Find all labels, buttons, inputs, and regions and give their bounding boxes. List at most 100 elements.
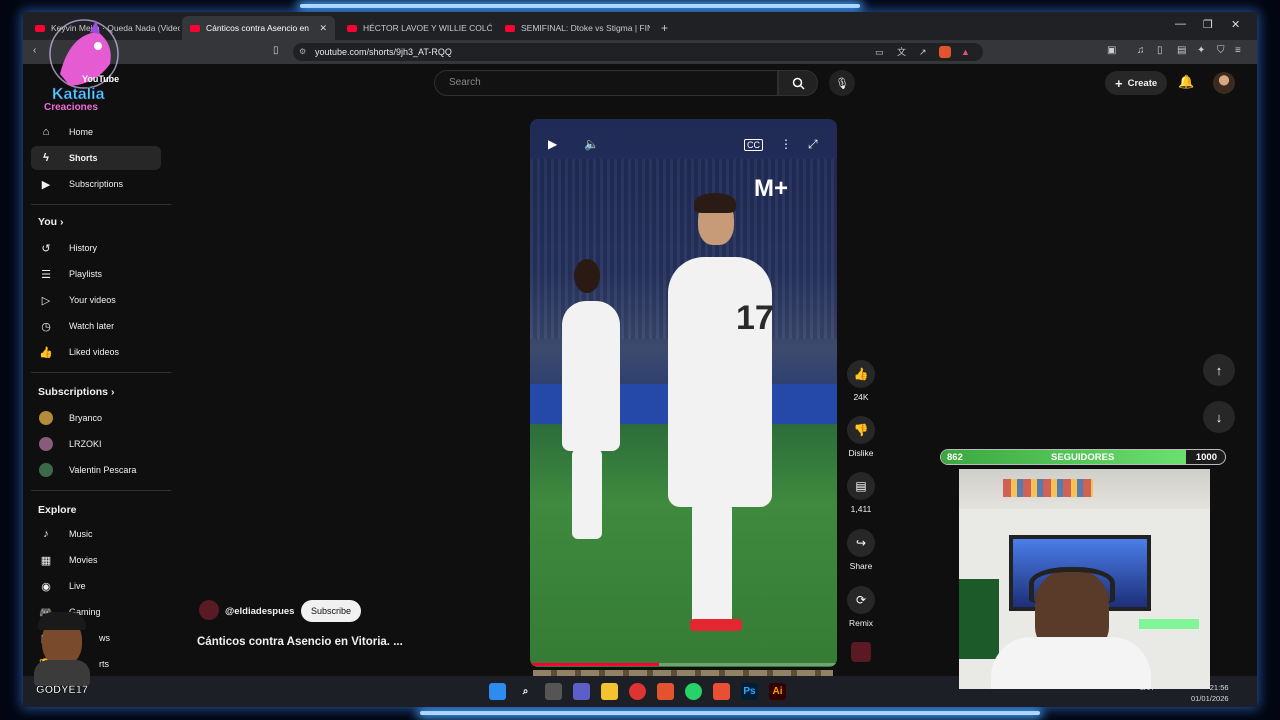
sidebar-item-label: Music (69, 529, 93, 539)
playlists-icon: ☰ (41, 268, 51, 281)
previous-short-button[interactable]: ↑ (1203, 354, 1235, 386)
windows-start-icon[interactable] (489, 683, 506, 700)
brave-shield-icon[interactable] (939, 46, 951, 58)
whatsapp-icon[interactable] (685, 683, 702, 700)
frame-glow-bottom (420, 711, 1040, 715)
broadcaster-watermark: M+ (754, 175, 789, 202)
tab-hector-lavoe[interactable]: HÉCTOR LAVOE Y WILLIE COLÓN (339, 16, 492, 40)
play-icon[interactable]: ▶ (548, 137, 557, 151)
cast-icon[interactable]: ▭ (875, 43, 884, 61)
volume-icon[interactable]: 🔈 (584, 137, 599, 151)
like-action[interactable]: 👍 24K (841, 360, 881, 402)
video-title[interactable]: Cánticos contra Asencio en Vitoria. ... (197, 636, 403, 648)
account-avatar[interactable] (1213, 72, 1235, 94)
player-left-head (574, 259, 600, 293)
sidebar-toggle-icon[interactable]: ▣ (1107, 45, 1116, 56)
clock-date: 01/01/2026 (1191, 694, 1229, 703)
reader-icon[interactable]: ▯ (1157, 45, 1163, 56)
sidebar-item-live[interactable]: ◉ Live (31, 574, 161, 598)
channel-avatar (39, 463, 53, 477)
dislike-label: Dislike (848, 448, 874, 458)
create-button[interactable]: + Create (1105, 71, 1168, 95)
file-explorer-icon[interactable] (601, 683, 618, 700)
sidebar-channel-lrzoki[interactable]: LRZOKI (31, 432, 161, 456)
subscribe-button[interactable]: Subscribe (301, 600, 362, 622)
brave-icon[interactable] (657, 683, 674, 700)
teams-icon[interactable] (573, 683, 590, 700)
you-heading[interactable]: You › (38, 216, 63, 228)
sidebar-item-liked-videos[interactable]: 👍 Liked videos (31, 340, 161, 364)
fullscreen-icon[interactable]: ⤢ (808, 137, 818, 152)
chrome-icon[interactable] (629, 683, 646, 700)
logo-sub-text: Creaciones (44, 102, 98, 113)
sidebar-item-watch-later[interactable]: ◷ Watch later (31, 314, 161, 338)
search-input[interactable]: Search (434, 70, 778, 96)
tab-label: HÉCTOR LAVOE Y WILLIE COLÓN (363, 23, 492, 33)
share-action[interactable]: ↪ Share (841, 529, 881, 571)
sidebar-item-label: Liked videos (69, 347, 120, 357)
search-button[interactable] (778, 70, 818, 96)
url-field[interactable]: ⚙ youtube.com/shorts/9jh3_AT-RQQ ▭ 文 ↗ ▲ (293, 43, 983, 61)
share-icon[interactable]: ↪ (847, 529, 875, 557)
share-page-icon[interactable]: ↗ (919, 43, 927, 61)
shorts-video-player[interactable]: 17 ▶ 🔈 CC ⋮ ⤢ M+ (530, 119, 837, 667)
sidebar-item-home[interactable]: ⌂ Home (31, 120, 161, 144)
sidebar-item-subscriptions[interactable]: ▶ Subscriptions (31, 172, 161, 196)
channel-avatar[interactable] (199, 600, 219, 620)
cartoon-body (34, 660, 90, 686)
remix-action[interactable]: ⟳ Remix (841, 586, 881, 628)
site-settings-icon[interactable]: ⚙ (299, 43, 306, 61)
sidebar-item-your-videos[interactable]: ▷ Your videos (31, 288, 161, 312)
bookmark-icon[interactable]: ▯ (273, 45, 279, 56)
video-progress-bar[interactable] (530, 663, 837, 666)
close-window-icon[interactable]: ✕ (1231, 18, 1240, 31)
new-tab-button[interactable]: + (653, 16, 677, 40)
sound-thumbnail[interactable] (851, 642, 871, 662)
player-right-legs (692, 503, 732, 627)
comment-icon[interactable]: ▤ (847, 472, 875, 500)
thumbs-down-icon[interactable]: 👎 (847, 416, 875, 444)
comments-action[interactable]: ▤ 1,411 (841, 472, 881, 514)
wallet-icon[interactable]: ▤ (1177, 45, 1186, 56)
sidebar-item-label: Your videos (69, 295, 116, 305)
brave-rewards-icon[interactable]: ▲ (961, 43, 970, 61)
sidebar-item-music[interactable]: ♪ Music (31, 522, 161, 546)
dislike-action[interactable]: 👎 Dislike (841, 416, 881, 458)
remix-icon[interactable]: ⟳ (847, 586, 875, 614)
chevron-right-icon: › (110, 386, 115, 398)
next-short-button[interactable]: ↓ (1203, 401, 1235, 433)
sidebar-item-label: Movies (69, 555, 98, 565)
sidebar-channel-valentin[interactable]: Valentin Pescara (31, 458, 161, 482)
channel-handle[interactable]: @eldiadespues (225, 606, 294, 617)
subscriptions-heading[interactable]: Subscriptions › (38, 386, 114, 398)
translate-icon[interactable]: 文 (897, 43, 906, 61)
sidebar-item-movies[interactable]: ▦ Movies (31, 548, 161, 572)
media-icon[interactable]: ♫ (1137, 45, 1145, 56)
vpn-icon[interactable]: ⛉ (1217, 45, 1225, 56)
captions-icon[interactable]: CC (744, 139, 763, 151)
winrar-icon[interactable] (713, 683, 730, 700)
search-icon[interactable]: ⌕ (517, 683, 534, 700)
sidebar-item-history[interactable]: ↺ History (31, 236, 161, 260)
notifications-bell-icon[interactable]: 🔔 (1178, 74, 1194, 90)
menu-icon[interactable]: ≡ (1235, 45, 1241, 56)
tab-semifinal[interactable]: SEMIFINAL: Dtoke vs Stigma | FINAL (497, 16, 650, 40)
youtube-favicon-icon (190, 24, 200, 32)
leo-ai-icon[interactable]: ✦ (1197, 45, 1205, 56)
back-icon[interactable]: ‹ (33, 45, 36, 56)
sidebar-channel-bryanco[interactable]: Bryanco (31, 406, 161, 430)
maximize-icon[interactable]: ❐ (1203, 18, 1213, 31)
goal-current: 862 (947, 452, 963, 463)
sidebar-item-playlists[interactable]: ☰ Playlists (31, 262, 161, 286)
thumbs-up-icon[interactable]: 👍 (847, 360, 875, 388)
task-view-icon[interactable] (545, 683, 562, 700)
voice-search-button[interactable]: 🎙 (829, 70, 855, 96)
photoshop-icon[interactable]: Ps (741, 683, 758, 700)
tab-canticos[interactable]: Cánticos contra Asencio en Vitoria ✕ (182, 16, 335, 40)
sidebar-item-shorts[interactable]: ϟ Shorts (31, 146, 161, 170)
minimize-icon[interactable]: — (1175, 18, 1186, 30)
more-options-icon[interactable]: ⋮ (780, 137, 792, 151)
illustrator-icon[interactable]: Ai (769, 683, 786, 700)
close-tab-icon[interactable]: ✕ (319, 23, 327, 34)
webcam-led-strip (1139, 619, 1199, 629)
